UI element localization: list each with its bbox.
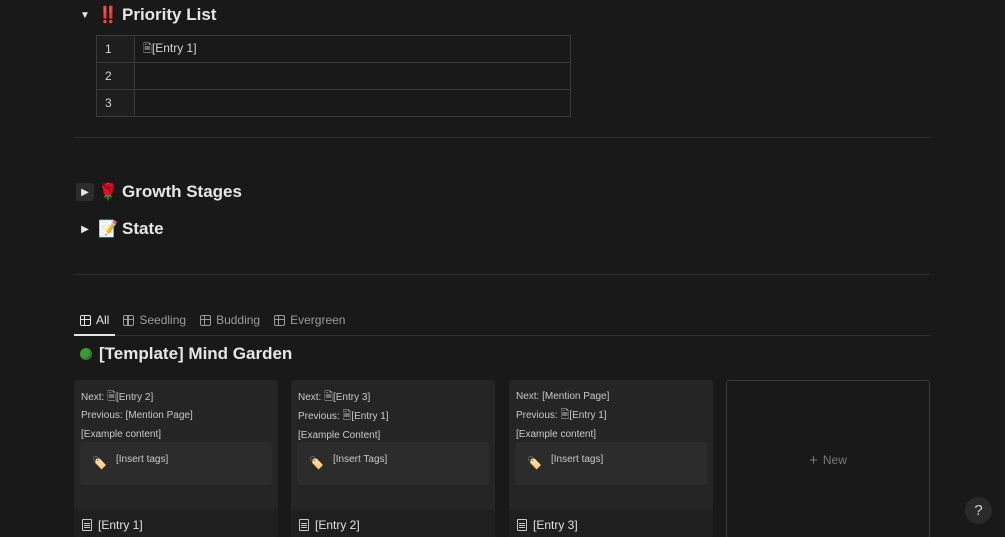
card-previous-line: Previous: 🗎[Entry 1] bbox=[298, 407, 488, 426]
gallery-card[interactable]: Next: 🗎[Entry 2] Previous: [Mention Page… bbox=[74, 380, 278, 537]
tags-text: [Insert Tags] bbox=[333, 454, 388, 465]
plus-icon: + bbox=[809, 451, 818, 469]
previous-label: Previous: bbox=[516, 410, 561, 422]
tab-evergreen[interactable]: Evergreen bbox=[268, 306, 351, 334]
gallery-view-icon bbox=[123, 314, 135, 326]
previous-label: Previous: bbox=[298, 411, 343, 423]
double-exclamation-icon: ‼️ bbox=[98, 7, 118, 24]
row-number: 3 bbox=[96, 89, 135, 117]
card-previous-line: Previous: 🗎[Entry 1] bbox=[516, 406, 706, 425]
page-link-icon: 🗎 bbox=[560, 409, 570, 422]
memo-icon: 📝 bbox=[98, 221, 118, 238]
growth-stages-toggle[interactable]: ▶ 🌹 Growth Stages bbox=[76, 179, 242, 205]
gallery-view-icon bbox=[200, 314, 212, 326]
tab-seedling[interactable]: Seedling bbox=[117, 306, 192, 334]
tab-label: Seedling bbox=[139, 313, 187, 327]
previous-link[interactable]: [Entry 1] bbox=[351, 411, 388, 422]
page-link[interactable]: [Entry 1] bbox=[152, 41, 197, 55]
card-footer[interactable]: [Entry 2] bbox=[291, 510, 495, 537]
card-footer[interactable]: [Entry 3] bbox=[509, 510, 713, 537]
new-label: New bbox=[822, 453, 847, 467]
label-tag-icon: 🏷️ bbox=[527, 456, 542, 470]
label-tag-icon: 🏷️ bbox=[309, 456, 324, 470]
database-title-text: [Template] Mind Garden bbox=[99, 344, 293, 363]
priority-list-toggle[interactable]: ▼ ‼️ Priority List bbox=[76, 2, 216, 28]
card-next-line: Next: 🗎[Entry 2] bbox=[81, 388, 271, 407]
card-previous-line: Previous: [Mention Page] bbox=[81, 410, 193, 422]
label-tag-icon: 🏷️ bbox=[92, 456, 107, 470]
next-label: Next: bbox=[81, 392, 108, 403]
gallery-view-icon bbox=[274, 314, 286, 326]
divider bbox=[74, 137, 930, 138]
card-next-line: Next: 🗎[Entry 3] bbox=[298, 388, 488, 407]
tab-label: Evergreen bbox=[290, 313, 346, 327]
tab-all[interactable]: All bbox=[74, 306, 116, 336]
previous-link[interactable]: [Entry 1] bbox=[569, 410, 606, 421]
priority-table: 1 🗎[Entry 1] 2 3 bbox=[96, 35, 571, 117]
tags-box: 🏷️ [Insert tags] bbox=[80, 442, 272, 485]
next-label: Next: bbox=[298, 392, 325, 403]
state-toggle[interactable]: ▶ 📝 State bbox=[76, 216, 164, 242]
row-value[interactable]: 🗎[Entry 1] bbox=[134, 35, 571, 63]
tags-text: [Insert tags] bbox=[551, 454, 604, 465]
gallery-view-icon bbox=[80, 314, 91, 326]
row-value[interactable] bbox=[134, 62, 571, 90]
tab-budding[interactable]: Budding bbox=[194, 306, 266, 334]
page-link-icon: 🗎 bbox=[324, 391, 333, 403]
next-link[interactable]: [Entry 2] bbox=[116, 392, 153, 403]
page-icon bbox=[299, 519, 309, 531]
priority-list-heading: Priority List bbox=[122, 5, 217, 24]
tags-box: 🏷️ [Insert Tags] bbox=[297, 442, 489, 485]
gallery-card[interactable]: Next: [Mention Page] Previous: 🗎[Entry 1… bbox=[509, 380, 713, 537]
view-tabs: All Seedling Budding Evergreen bbox=[74, 306, 930, 336]
tags-box: 🏷️ [Insert tags] bbox=[515, 442, 707, 485]
tab-label: All bbox=[96, 313, 110, 327]
growth-stages-heading: Growth Stages bbox=[122, 182, 242, 201]
card-footer[interactable]: [Entry 1] bbox=[74, 510, 278, 537]
help-button[interactable]: ? bbox=[965, 497, 992, 524]
card-title: [Entry 2] bbox=[315, 518, 360, 532]
tree-icon bbox=[80, 348, 92, 360]
next-link[interactable]: [Entry 3] bbox=[333, 392, 370, 403]
card-title: [Entry 1] bbox=[98, 518, 143, 532]
page-link-icon: 🗎 bbox=[143, 42, 152, 55]
card-next-line: Next: [Mention Page] bbox=[516, 391, 610, 402]
row-number: 2 bbox=[96, 62, 135, 90]
database-title[interactable]: [Template] Mind Garden bbox=[80, 344, 292, 364]
page-link-icon: 🗎 bbox=[107, 391, 116, 403]
rose-icon: 🌹 bbox=[98, 184, 118, 201]
toggle-closed-icon[interactable]: ▶ bbox=[76, 220, 94, 238]
state-heading: State bbox=[122, 219, 164, 238]
toggle-closed-icon[interactable]: ▶ bbox=[76, 183, 94, 201]
table-row[interactable]: 3 bbox=[96, 89, 571, 117]
gallery-card[interactable]: Next: 🗎[Entry 3] Previous: 🗎[Entry 1] [E… bbox=[291, 380, 495, 537]
table-row[interactable]: 1 🗎[Entry 1] bbox=[96, 35, 571, 63]
toggle-open-icon[interactable]: ▼ bbox=[76, 6, 94, 24]
table-row[interactable]: 2 bbox=[96, 62, 571, 90]
page-icon bbox=[82, 519, 92, 531]
page-link-icon: 🗎 bbox=[342, 410, 352, 423]
card-title: [Entry 3] bbox=[533, 518, 578, 532]
row-value[interactable] bbox=[134, 89, 571, 117]
tab-label: Budding bbox=[216, 313, 261, 327]
page-icon bbox=[517, 519, 527, 531]
row-number: 1 bbox=[96, 35, 135, 63]
new-card-button[interactable]: + New bbox=[726, 380, 930, 537]
tags-text: [Insert tags] bbox=[116, 454, 169, 465]
divider bbox=[74, 274, 930, 275]
